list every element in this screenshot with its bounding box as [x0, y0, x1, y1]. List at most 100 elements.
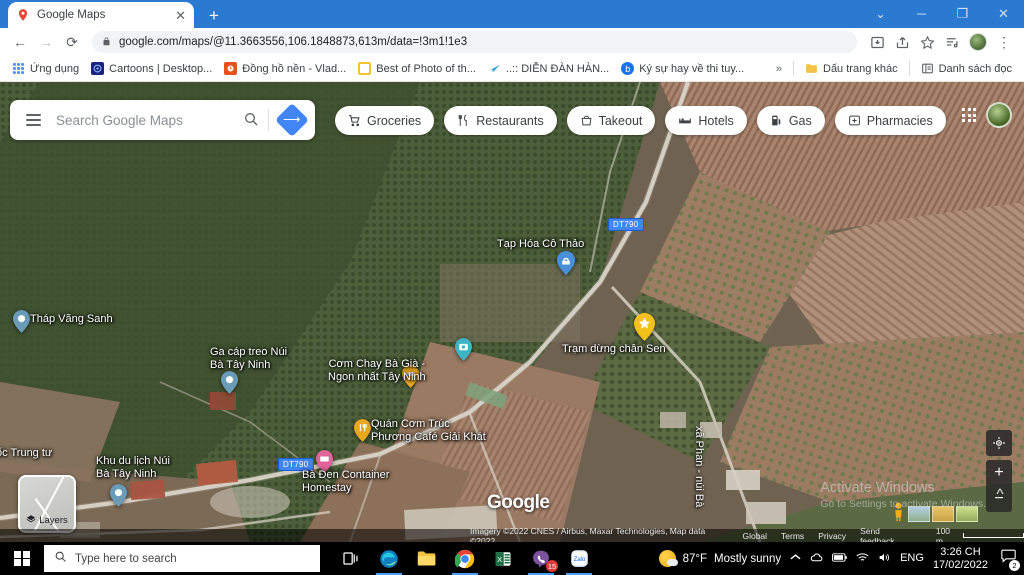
svg-text:Zalo: Zalo [573, 557, 585, 563]
search-container[interactable]: ⟶ [10, 100, 315, 140]
chip-pharmacies[interactable]: Pharmacies [834, 106, 946, 135]
reading-list-label: Danh sách đọc [938, 62, 1012, 75]
bookmark-blog[interactable]: b Ký sự hay về thi tuy... [615, 60, 750, 77]
weather-condition: Mostly sunny [713, 552, 782, 565]
map-attribution-bar: Imagery ©2022 CNES / Airbus, Maxar Techn… [0, 526, 1024, 543]
taskbar-search-box[interactable]: Type here to search [44, 545, 320, 572]
chip-groceries[interactable]: Groceries [335, 106, 435, 135]
forward-icon[interactable]: → [34, 30, 58, 54]
search-icon[interactable] [234, 111, 268, 130]
map-pin-icon [16, 8, 30, 22]
chip-label: Takeout [598, 113, 643, 128]
poi-pin-quan-com-truc-phuong[interactable] [354, 419, 371, 442]
wifi-icon[interactable] [856, 552, 869, 566]
avatar[interactable] [986, 102, 1012, 128]
bookmark-cartoons[interactable]: Cartoons | Desktop... [85, 60, 218, 77]
chip-hotels[interactable]: Hotels [665, 106, 747, 135]
minimize-button[interactable]: ─ [901, 0, 942, 28]
reading-list-button[interactable]: Danh sách đọc [915, 60, 1018, 77]
weather-temp: 87°F [682, 552, 707, 565]
poi-pin-ga-cap-treo[interactable] [221, 371, 238, 394]
task-view-icon[interactable] [332, 542, 370, 575]
chip-label: Restaurants [476, 113, 544, 128]
road-shield: DT790 [278, 458, 314, 471]
bookmark-clock[interactable]: Đồng hồ nền - Vlad... [218, 60, 352, 77]
taskbar-search-placeholder: Type here to search [75, 552, 177, 565]
bookmark-apps[interactable]: Ứng dụng [6, 60, 85, 77]
poi-pin-thap-vang-sanh[interactable] [13, 310, 30, 333]
browser-tab[interactable]: Google Maps ✕ [8, 2, 194, 28]
directions-button[interactable]: ⟶ [269, 103, 315, 137]
back-icon[interactable]: ← [8, 30, 32, 54]
bookmark-photo[interactable]: Best of Photo of th... [352, 60, 482, 77]
install-icon[interactable] [865, 30, 889, 54]
microsoft-excel-icon[interactable]: X [484, 542, 522, 575]
windows-start-icon[interactable] [0, 542, 44, 575]
close-window-button[interactable]: ✕ [983, 0, 1024, 28]
attribution-link-terms[interactable]: Terms [781, 531, 804, 541]
bookmark-forum[interactable]: ..:: DIỄN ĐÀN HÀN... [482, 60, 615, 77]
poi-pin-khu-du-lich[interactable] [110, 484, 127, 507]
poi-pin-photo-spot[interactable] [455, 338, 472, 361]
maximize-button[interactable]: ❐ [942, 0, 983, 28]
bookmark-star-icon[interactable] [915, 30, 939, 54]
weather-widget[interactable]: 87°F Mostly sunny [658, 550, 782, 567]
zalo-icon[interactable]: Zalo [560, 542, 598, 575]
google-chrome-icon[interactable] [446, 542, 484, 575]
poi-pin-com-chay-ba-gia[interactable] [402, 365, 419, 388]
poi-pin-ba-den-container-homestay[interactable] [316, 450, 333, 473]
language-indicator[interactable]: ENG [900, 553, 924, 564]
close-icon[interactable]: ✕ [175, 9, 186, 22]
show-hidden-icons-icon[interactable] [790, 553, 801, 564]
clock-icon [224, 62, 238, 75]
url-text: google.com/maps/@11.3663556,106.1848873,… [119, 36, 468, 48]
chip-takeout[interactable]: Takeout [566, 106, 656, 135]
other-bookmarks-folder[interactable]: Dấu trang khác [799, 60, 904, 77]
street-view-thumbnails [908, 506, 978, 522]
pegman-icon[interactable] [893, 502, 904, 522]
chip-label: Pharmacies [866, 113, 933, 128]
attribution-link-feedback[interactable]: Send feedback [860, 526, 916, 543]
photo-icon [358, 62, 372, 75]
battery-icon[interactable] [832, 552, 847, 565]
tab-search-icon[interactable]: ⌄ [860, 0, 901, 28]
search-input[interactable] [56, 112, 234, 128]
viber-icon[interactable]: 15 [522, 542, 560, 575]
chip-gas[interactable]: Gas [756, 106, 825, 135]
notification-icon[interactable]: 2 [997, 549, 1020, 571]
share-icon[interactable] [890, 30, 914, 54]
my-location-button[interactable] [986, 430, 1012, 456]
attribution-link-privacy[interactable]: Privacy [818, 531, 846, 541]
reload-icon[interactable]: ⟳ [60, 30, 84, 54]
volume-icon[interactable] [878, 552, 891, 566]
new-tab-button[interactable]: + [204, 7, 224, 24]
onedrive-icon[interactable] [810, 552, 823, 566]
street-thumb[interactable] [956, 506, 978, 522]
street-thumb[interactable] [932, 506, 954, 522]
bookmarks-overflow-button[interactable]: » [770, 63, 788, 75]
taskbar-clock[interactable]: 3:26 CH 17/02/2022 [933, 546, 988, 572]
search-icon [54, 550, 67, 568]
avatar[interactable] [969, 33, 987, 51]
map-canvas[interactable]: DT790 DT790 xã Phan - núi Bà Tháp Vãng S… [0, 82, 1024, 542]
poi-pin-tram-dung-chan-sen[interactable] [634, 313, 655, 341]
system-tray: 87°F Mostly sunny ENG 3:26 CH 17/02/2022 [658, 546, 1024, 572]
reading-list-icon [921, 62, 934, 75]
collapse-panel-button[interactable]: ^ [988, 482, 1012, 506]
cartoons-icon [91, 62, 105, 75]
apps-grid-icon[interactable] [962, 108, 976, 122]
file-explorer-icon[interactable] [408, 542, 446, 575]
bookmark-label: ..:: DIỄN ĐÀN HÀN... [505, 62, 610, 75]
street-thumb[interactable] [908, 506, 930, 522]
microsoft-edge-icon[interactable] [370, 542, 408, 575]
bookmark-label: Ứng dụng [30, 62, 80, 75]
chip-label: Hotels [698, 113, 734, 128]
poi-pin-tap-hoa-co-thao[interactable] [557, 251, 575, 275]
address-bar[interactable]: google.com/maps/@11.3663556,106.1848873,… [92, 31, 857, 53]
hamburger-menu-icon[interactable] [10, 114, 56, 126]
chip-restaurants[interactable]: Restaurants [444, 106, 557, 135]
reading-list-icon[interactable] [940, 30, 964, 54]
chrome-menu-icon[interactable]: ⋮ [992, 30, 1016, 54]
attribution-link-global[interactable]: Global [742, 531, 767, 541]
layers-button[interactable]: Layers [18, 475, 76, 533]
